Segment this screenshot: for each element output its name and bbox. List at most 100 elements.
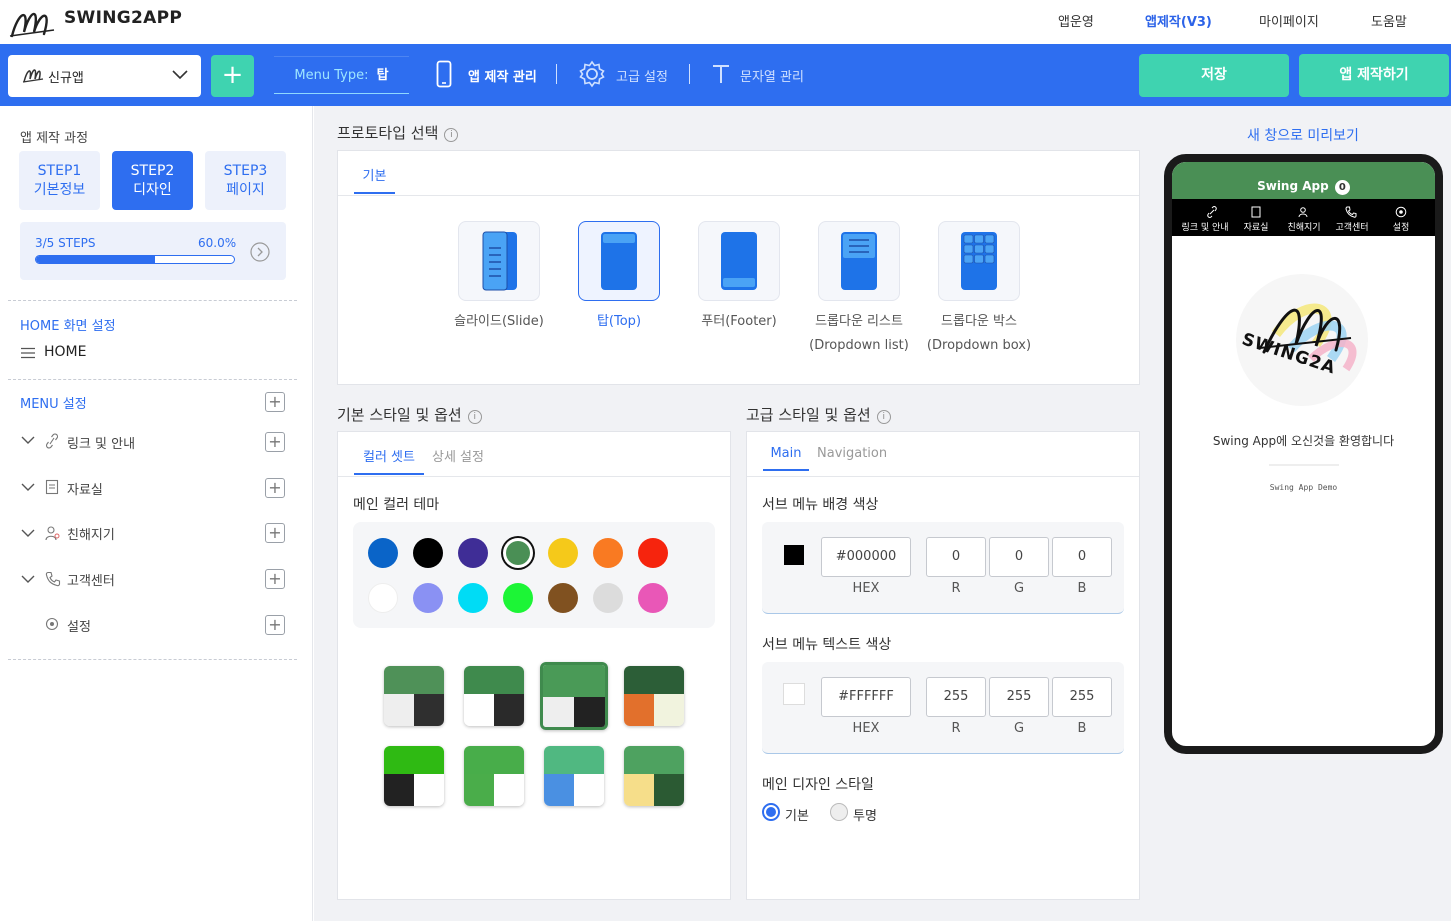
preview-link-icon bbox=[1206, 206, 1218, 218]
step2-button[interactable]: STEP2 디자인 bbox=[112, 151, 193, 210]
preview-menu-link[interactable]: 링크 및 안내 bbox=[1180, 220, 1230, 233]
home-item[interactable]: HOME bbox=[44, 344, 86, 360]
advanced-style-title-text: 고급 스타일 및 옵션 bbox=[746, 406, 871, 424]
color-set-swatch-selected[interactable] bbox=[540, 662, 608, 730]
radio-transparent[interactable] bbox=[830, 803, 848, 821]
color-option[interactable] bbox=[638, 538, 668, 568]
menu-item-archive[interactable]: 자료실 bbox=[67, 479, 103, 498]
color-option[interactable] bbox=[368, 583, 398, 613]
color-option[interactable] bbox=[458, 583, 488, 613]
chevron-down-icon[interactable] bbox=[21, 483, 35, 492]
color-option-selected[interactable] bbox=[506, 541, 530, 565]
color-set-swatch[interactable] bbox=[464, 666, 524, 726]
text-hex-input[interactable]: #FFFFFF bbox=[821, 677, 911, 717]
color-option[interactable] bbox=[458, 538, 488, 568]
info-icon[interactable]: i bbox=[876, 410, 891, 424]
color-option[interactable] bbox=[413, 538, 443, 568]
color-set-swatch[interactable] bbox=[624, 746, 684, 806]
people-icon bbox=[45, 525, 61, 541]
chevron-down-icon[interactable] bbox=[21, 529, 35, 538]
color-set-swatch[interactable] bbox=[624, 666, 684, 726]
r-label: R bbox=[951, 581, 961, 596]
color-set-swatch[interactable] bbox=[384, 666, 444, 726]
swing2app-logo-icon[interactable] bbox=[8, 2, 58, 40]
menu-item-link[interactable]: 링크 및 안내 bbox=[67, 433, 135, 452]
text-r-input[interactable]: 255 bbox=[926, 677, 986, 717]
menu-type-selector[interactable]: Menu Type: 탑 bbox=[274, 56, 409, 94]
menu-item-customer-center[interactable]: 고객센터 bbox=[67, 570, 115, 589]
nav-help[interactable]: 도움말 bbox=[1371, 11, 1407, 30]
app-logo-icon bbox=[22, 64, 44, 84]
menu-item-settings[interactable]: 설정 bbox=[67, 616, 91, 635]
preview-menu-customer[interactable]: 고객센터 bbox=[1330, 220, 1374, 233]
text-color-preview[interactable] bbox=[783, 683, 805, 705]
add-app-button[interactable]: + bbox=[211, 55, 254, 97]
progress-steps-text: 3/5 STEPS bbox=[35, 236, 96, 250]
advanced-settings-tab[interactable]: 고급 설정 bbox=[616, 66, 668, 85]
tab-detail-settings[interactable]: 상세 설정 bbox=[432, 446, 484, 465]
tab-main[interactable]: Main bbox=[763, 446, 809, 471]
color-set-swatch[interactable] bbox=[544, 746, 604, 806]
chevron-down-icon[interactable] bbox=[21, 575, 35, 584]
color-option[interactable] bbox=[548, 538, 578, 568]
tab-color-set[interactable]: 컬러 셋트 bbox=[354, 446, 424, 475]
text-g-input[interactable]: 255 bbox=[989, 677, 1049, 717]
preview-new-window-link[interactable]: 새 창으로 미리보기 bbox=[1247, 125, 1359, 145]
prototype-title: 프로토타입 선택 i bbox=[337, 122, 459, 143]
step1-button[interactable]: STEP1 기본정보 bbox=[19, 151, 100, 210]
info-icon[interactable]: i bbox=[467, 410, 482, 424]
chevron-right-circle-icon[interactable] bbox=[250, 242, 270, 262]
build-app-button[interactable]: 앱 제작하기 bbox=[1299, 54, 1449, 97]
text-b-input[interactable]: 255 bbox=[1052, 677, 1112, 717]
prototype-dropdown-box-option[interactable] bbox=[938, 221, 1020, 301]
info-icon[interactable]: i bbox=[444, 128, 459, 142]
color-option[interactable] bbox=[593, 538, 623, 568]
string-manage-tab[interactable]: 문자열 관리 bbox=[740, 66, 804, 85]
bg-g-input[interactable]: 0 bbox=[989, 537, 1049, 577]
color-option[interactable] bbox=[503, 583, 533, 613]
add-menu-button[interactable]: + bbox=[265, 392, 285, 412]
nav-mypage[interactable]: 마이페이지 bbox=[1259, 11, 1319, 30]
color-option[interactable] bbox=[593, 583, 623, 613]
preview-badge: 0 bbox=[1334, 180, 1350, 195]
color-palette bbox=[353, 522, 715, 628]
bg-r-input[interactable]: 0 bbox=[926, 537, 986, 577]
add-submenu-button[interactable]: + bbox=[265, 615, 285, 635]
prototype-top-option[interactable] bbox=[578, 221, 660, 301]
nav-app-operation[interactable]: 앱운영 bbox=[1058, 11, 1094, 30]
color-set-swatch[interactable] bbox=[464, 746, 524, 806]
prototype-slide-option[interactable] bbox=[458, 221, 540, 301]
tab-navigation[interactable]: Navigation bbox=[817, 446, 887, 461]
color-option[interactable] bbox=[638, 583, 668, 613]
add-submenu-button[interactable]: + bbox=[265, 478, 285, 498]
bg-b-input[interactable]: 0 bbox=[1052, 537, 1112, 577]
radio-basic[interactable] bbox=[762, 803, 780, 821]
color-option[interactable] bbox=[548, 583, 578, 613]
save-button[interactable]: 저장 bbox=[1139, 54, 1289, 97]
add-submenu-button[interactable]: + bbox=[265, 569, 285, 589]
r-label: R bbox=[951, 721, 961, 736]
dropdown-box-layout-icon bbox=[961, 232, 997, 290]
bg-color-preview[interactable] bbox=[784, 545, 804, 565]
app-build-manage-tab[interactable]: 앱 제작 관리 bbox=[468, 66, 537, 85]
preview-menu-friends[interactable]: 친해지기 bbox=[1282, 220, 1326, 233]
prototype-dropdown-list-option[interactable] bbox=[818, 221, 900, 301]
mobile-icon bbox=[436, 60, 452, 88]
main-color-theme-title: 메인 컬러 테마 bbox=[353, 497, 440, 513]
preview-menu-archive[interactable]: 자료실 bbox=[1236, 220, 1276, 233]
preview-menu-settings[interactable]: 설정 bbox=[1384, 220, 1418, 233]
bg-hex-input[interactable]: #000000 bbox=[821, 537, 911, 577]
section-divider bbox=[8, 300, 297, 301]
step3-button[interactable]: STEP3 페이지 bbox=[205, 151, 286, 210]
menu-item-friends[interactable]: 친해지기 bbox=[67, 524, 115, 543]
tab-basic[interactable]: 기본 bbox=[354, 165, 395, 194]
brand-name[interactable]: SWING2APP bbox=[64, 8, 182, 28]
add-submenu-button[interactable]: + bbox=[265, 523, 285, 543]
chevron-down-icon[interactable] bbox=[21, 436, 35, 445]
color-option[interactable] bbox=[368, 538, 398, 568]
nav-app-build[interactable]: 앱제작(V3) bbox=[1145, 11, 1212, 30]
prototype-footer-option[interactable] bbox=[698, 221, 780, 301]
color-option[interactable] bbox=[413, 583, 443, 613]
add-submenu-button[interactable]: + bbox=[265, 432, 285, 452]
color-set-swatch[interactable] bbox=[384, 746, 444, 806]
